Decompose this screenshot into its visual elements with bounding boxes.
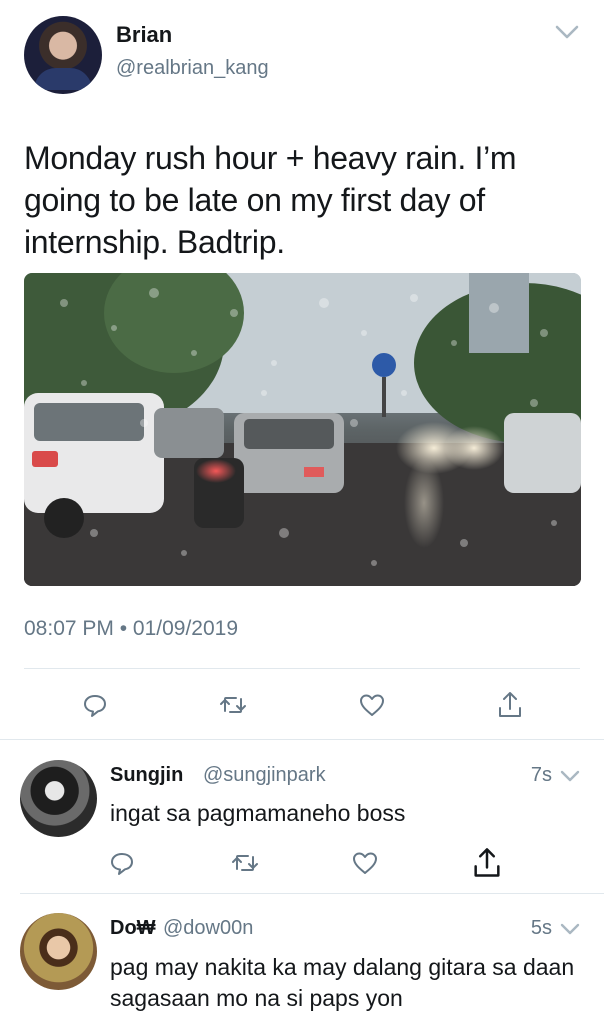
like-button[interactable] [352, 685, 392, 725]
reply-tweet[interactable]: Sungjin @sungjinpark 7s ingat sa pagmama… [0, 740, 604, 892]
share-icon [474, 848, 500, 877]
reply-tweet[interactable]: Do₩ @dow00n 5s pag may nakita ka may dal… [0, 894, 604, 1024]
author-handle[interactable]: @realbrian_kang [116, 57, 269, 80]
retweet-button[interactable] [225, 843, 265, 883]
reply-button[interactable] [102, 843, 142, 883]
reply-action-bar [0, 843, 604, 883]
chevron-down-icon[interactable] [553, 18, 581, 46]
share-button[interactable] [467, 843, 507, 883]
tweet-timestamp: 08:07 PM • 01/09/2019 [24, 617, 239, 640]
tweet-photo[interactable] [24, 273, 581, 586]
avatar[interactable] [20, 913, 97, 990]
tweet-text: Monday rush hour + heavy rain. I’m going… [24, 140, 517, 260]
avatar[interactable] [24, 16, 102, 94]
chevron-down-icon[interactable] [558, 764, 582, 788]
share-button[interactable] [490, 685, 530, 725]
retweet-icon [232, 855, 258, 871]
reply-text: pag may nakita ka may dalang gitara sa d… [110, 954, 575, 1011]
heart-icon [353, 852, 377, 874]
reply-timestamp: 7s [530, 764, 552, 786]
share-icon [499, 692, 521, 717]
main-tweet: Brian @realbrian_kang Monday rush hour +… [0, 0, 604, 740]
retweet-icon [220, 697, 246, 713]
reply-text: ingat sa pagmamaneho boss [110, 800, 406, 826]
reply-icon [84, 695, 106, 717]
chevron-down-icon[interactable] [558, 917, 582, 941]
like-button[interactable] [345, 843, 385, 883]
reply-timestamp: 5s [530, 917, 552, 939]
reply-author-name[interactable]: Sungjin [110, 764, 183, 787]
reply-author-name[interactable]: Do₩ [110, 917, 156, 940]
heart-icon [360, 694, 384, 716]
reply-author-handle[interactable]: @dow00n [163, 917, 253, 940]
avatar[interactable] [20, 760, 97, 837]
reply-icon [111, 853, 133, 875]
retweet-button[interactable] [213, 685, 253, 725]
reply-button[interactable] [75, 685, 115, 725]
tweet-action-bar [0, 685, 604, 725]
divider [24, 668, 580, 669]
reply-author-handle[interactable]: @sungjinpark [203, 764, 326, 787]
author-name[interactable]: Brian [116, 22, 172, 48]
